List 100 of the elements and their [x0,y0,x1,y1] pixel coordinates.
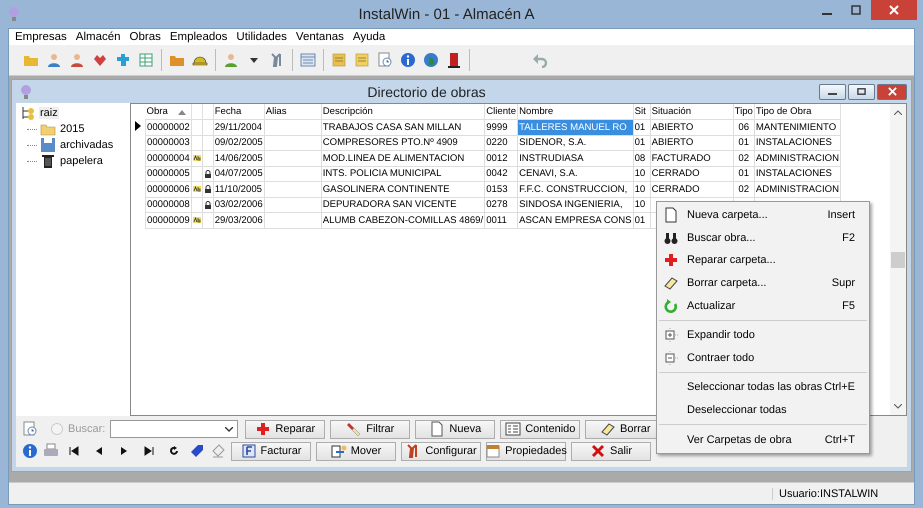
globe-icon[interactable] [423,52,439,68]
scrollbar[interactable] [890,104,906,415]
column-header[interactable]: Tipo de Obra [754,104,841,120]
column-header[interactable]: Situación [650,104,734,120]
person-icon[interactable] [46,52,62,68]
person-icon[interactable] [223,52,239,68]
tree-item[interactable]: raiz [39,107,59,119]
previous-icon[interactable] [94,446,104,456]
column-header[interactable]: Cliente [484,104,518,120]
menu-item[interactable]: Almacén [72,31,125,43]
tree-item[interactable]: 2015 [59,123,86,135]
door-icon[interactable] [446,52,462,68]
table-cell: 00000006 [146,182,192,197]
plus-icon[interactable] [663,252,679,268]
info-icon[interactable] [22,443,38,459]
action-button[interactable]: Nueva [415,420,496,438]
table-cell: 01 [633,212,650,228]
menu-item[interactable]: Deseleccionar todas [657,398,869,422]
menu-item[interactable]: Obras [126,31,165,43]
menu-item[interactable]: Borrar carpeta... Supr [657,272,869,294]
minusbox-icon[interactable] [663,350,679,366]
printer-icon[interactable] [43,443,59,459]
menu-item[interactable]: Empleados [166,31,232,43]
column-header[interactable]: Tipo [733,104,754,120]
window-icon[interactable] [300,52,316,68]
action-button[interactable]: Reparar [245,420,326,438]
page-icon[interactable] [429,421,446,437]
action-button[interactable]: Filtrar [330,420,410,438]
action-button[interactable]: Facturar [231,442,311,460]
table-cell: CERRADO [650,182,734,197]
eraser-icon[interactable] [600,421,616,437]
last-icon[interactable] [144,446,154,456]
table-cell: DEPURADORA SAN VICENTE [321,197,485,212]
heart-icon[interactable] [92,52,108,68]
next-icon[interactable] [119,446,129,456]
document-icon[interactable] [22,421,38,437]
note-icon[interactable] [354,52,370,68]
x-icon[interactable] [590,443,606,459]
menu-item[interactable]: Utilidades [232,31,291,43]
column-header[interactable]: Obra [146,104,192,120]
close-icon [889,5,899,15]
menu-item[interactable]: Ayuda [348,31,390,43]
scroll-up-icon[interactable] [894,110,902,115]
search-field[interactable] [110,420,238,438]
table-icon[interactable] [138,52,154,68]
tree-item[interactable]: archivadas [59,139,114,151]
restore-button[interactable] [848,84,875,100]
menu-item[interactable]: Actualizar F5 [657,294,869,317]
table-cell: 01 [633,135,650,150]
table-cell: FACTURADO [650,150,734,166]
props-icon[interactable] [485,443,502,459]
info-icon[interactable] [400,52,416,68]
action-button[interactable]: Configurar [401,442,481,460]
table-cell: 00000005 [146,166,192,182]
table-cell: CERRADO [650,166,734,182]
action-button[interactable]: Propiedades [486,442,566,460]
menu-item[interactable]: Reparar carpeta... [657,249,869,272]
table-cell: 10 [633,197,650,212]
eraser-icon[interactable] [663,275,679,292]
first-icon[interactable] [69,446,79,456]
close-button[interactable] [877,84,907,100]
dropdown-icon [225,426,234,432]
table-cell: INTS. POLICIA MUNICIPAL [321,166,485,182]
table-cell: CENAVI, S.A. [518,166,634,182]
table-cell: ASCAN EMPRESA CONS [518,212,634,228]
menu-item[interactable]: Nueva carpeta... Insert [657,204,869,227]
action-button[interactable]: Mover [316,442,396,460]
scrollbar-thumb[interactable] [891,252,905,268]
refresh-icon[interactable] [169,446,179,456]
plusbox-icon[interactable] [663,327,679,344]
window-title: InstalWin - 01 - Almacén A [358,6,536,22]
menu-item[interactable]: Expandir todo [657,324,869,347]
table-cell: INSTALACIONES [754,135,841,150]
table-cell: 0153 [484,182,518,197]
move-icon[interactable] [330,443,347,459]
menu-item[interactable]: Buscar obra... F2 [657,226,869,250]
table-cell: 00000009 [146,212,192,228]
tag-icon[interactable] [189,443,205,459]
page-icon[interactable] [663,207,679,224]
brush-icon[interactable] [346,421,362,437]
action-button[interactable]: Contenido [500,420,580,438]
column-header[interactable]: Descripción [321,104,485,120]
action-button[interactable]: Salir [571,442,651,460]
column-header[interactable]: Fecha [213,104,264,120]
clock-icon[interactable] [377,52,393,68]
column-header[interactable]: Alias [264,104,322,120]
person-icon[interactable] [69,52,85,68]
facturar-icon[interactable] [240,443,257,459]
menu-item[interactable]: Seleccionar todas las obras Ctrl+E [657,376,869,399]
table-cell: 9999 [484,120,518,135]
tree-item[interactable]: papelera [59,155,104,167]
menu-item[interactable]: Empresas [11,31,71,43]
close-button[interactable] [871,0,917,20]
minimize-button[interactable] [819,84,846,100]
scroll-down-icon[interactable] [894,404,902,409]
note-icon[interactable] [331,52,347,68]
menu-item[interactable]: Contraer todo [657,346,869,370]
list-icon[interactable] [505,421,522,437]
plus-icon[interactable] [255,421,272,437]
menu-item[interactable]: Ventanas [292,31,348,43]
